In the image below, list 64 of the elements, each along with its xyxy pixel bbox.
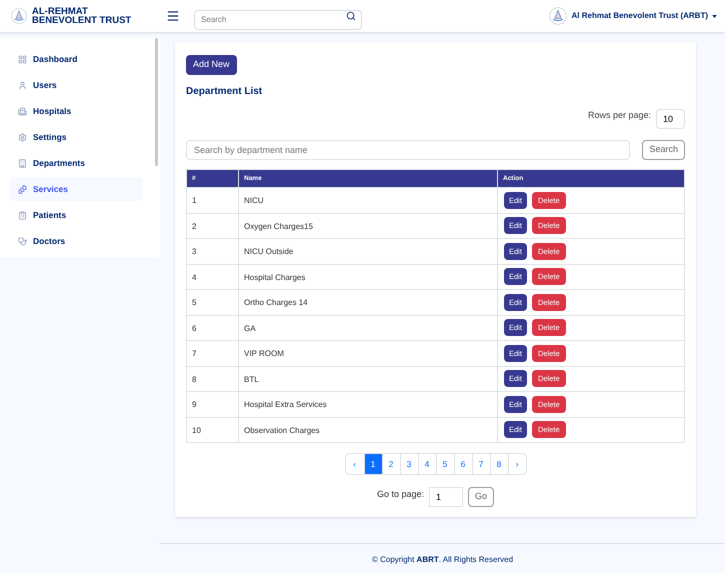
sidebar-item[interactable]: Departments — [10, 151, 143, 175]
sidebar-item[interactable]: Services — [10, 177, 143, 201]
section-title: Department List — [186, 85, 264, 99]
settings-icon — [18, 132, 27, 142]
page-link[interactable]: 2 — [382, 454, 400, 474]
hospital-icon — [18, 106, 27, 116]
table-cell: 5 — [186, 290, 238, 315]
sidebar-item[interactable]: Hospitals — [10, 99, 143, 123]
rows-per-page-field[interactable]: 10 — [656, 109, 685, 129]
page-link[interactable]: 1 — [364, 454, 382, 474]
table-cell: 8 — [186, 366, 238, 392]
table-cell: 1 — [186, 188, 238, 213]
sidebar-item[interactable]: Users — [10, 73, 143, 97]
search-field[interactable]: Search — [194, 10, 362, 30]
logo-icon — [548, 6, 568, 26]
clipboard-icon — [18, 210, 27, 220]
page-link[interactable]: › — [508, 454, 526, 474]
search-icon[interactable] — [346, 11, 356, 21]
page-link[interactable]: 7 — [472, 454, 490, 474]
page-link[interactable]: 8 — [490, 454, 508, 474]
table-cell: NICU — [238, 188, 498, 213]
table-cell: 3 — [186, 238, 238, 264]
page-link[interactable]: 6 — [454, 454, 472, 474]
go-to-page-label: Go to page: — [376, 488, 424, 501]
table-cell: Hospital Charges — [238, 264, 498, 290]
page-link[interactable]: 3 — [400, 454, 418, 474]
table-cell: 2 — [186, 213, 238, 238]
table-cell: VIP ROOM — [238, 340, 498, 366]
table-cell: GA — [238, 315, 498, 340]
menu-icon[interactable] — [166, 9, 180, 23]
table-cell: 9 — [186, 392, 238, 417]
page-link[interactable]: ‹ — [346, 454, 364, 474]
go-to-page-field[interactable]: 1 — [429, 487, 464, 507]
stethoscope-icon — [18, 236, 27, 246]
rows-per-page-label: Rows per page: — [588, 109, 651, 122]
table-cell: 4 — [186, 264, 238, 290]
caret-icon — [712, 14, 717, 18]
go-button[interactable]: Go — [468, 487, 494, 507]
table-cell: 6 — [186, 315, 238, 340]
table-cell: 7 — [186, 340, 238, 366]
account-menu[interactable]: Al Rehmat Benevolent Trust (ARBT) — [548, 6, 717, 26]
page-link[interactable]: 5 — [436, 454, 454, 474]
table-cell: Observation Charges — [238, 417, 498, 442]
sidebar-item[interactable]: Doctors — [10, 229, 143, 253]
page-link[interactable]: 4 — [418, 454, 436, 474]
logo-icon — [10, 7, 28, 25]
search-button[interactable]: Search — [642, 140, 685, 160]
table-cell: BTL — [238, 366, 498, 392]
grid-icon — [18, 54, 27, 64]
add-new-button[interactable]: Add New — [186, 54, 237, 75]
table-cell: Ortho Charges 14 — [238, 290, 498, 315]
table-cell: Hospital Extra Services — [238, 392, 498, 417]
department-search-field[interactable]: Search by department name — [186, 140, 630, 160]
sidebar-item[interactable]: Dashboard — [10, 47, 143, 71]
brand-name: AL-REHMAT BENEVOLENT TRUST — [32, 7, 132, 25]
table-cell: 10 — [186, 417, 238, 442]
building-icon — [18, 158, 27, 168]
table-cell: NICU Outside — [238, 238, 498, 264]
sidebar-item[interactable]: Patients — [10, 203, 143, 227]
documents-icon — [18, 184, 27, 194]
copyright-text: © Copyright ABRT. All Rights Reserved — [372, 554, 514, 566]
user-icon — [18, 80, 27, 90]
table-cell: Oxygen Charges15 — [238, 213, 498, 238]
sidebar-item[interactable]: Settings — [10, 125, 143, 149]
